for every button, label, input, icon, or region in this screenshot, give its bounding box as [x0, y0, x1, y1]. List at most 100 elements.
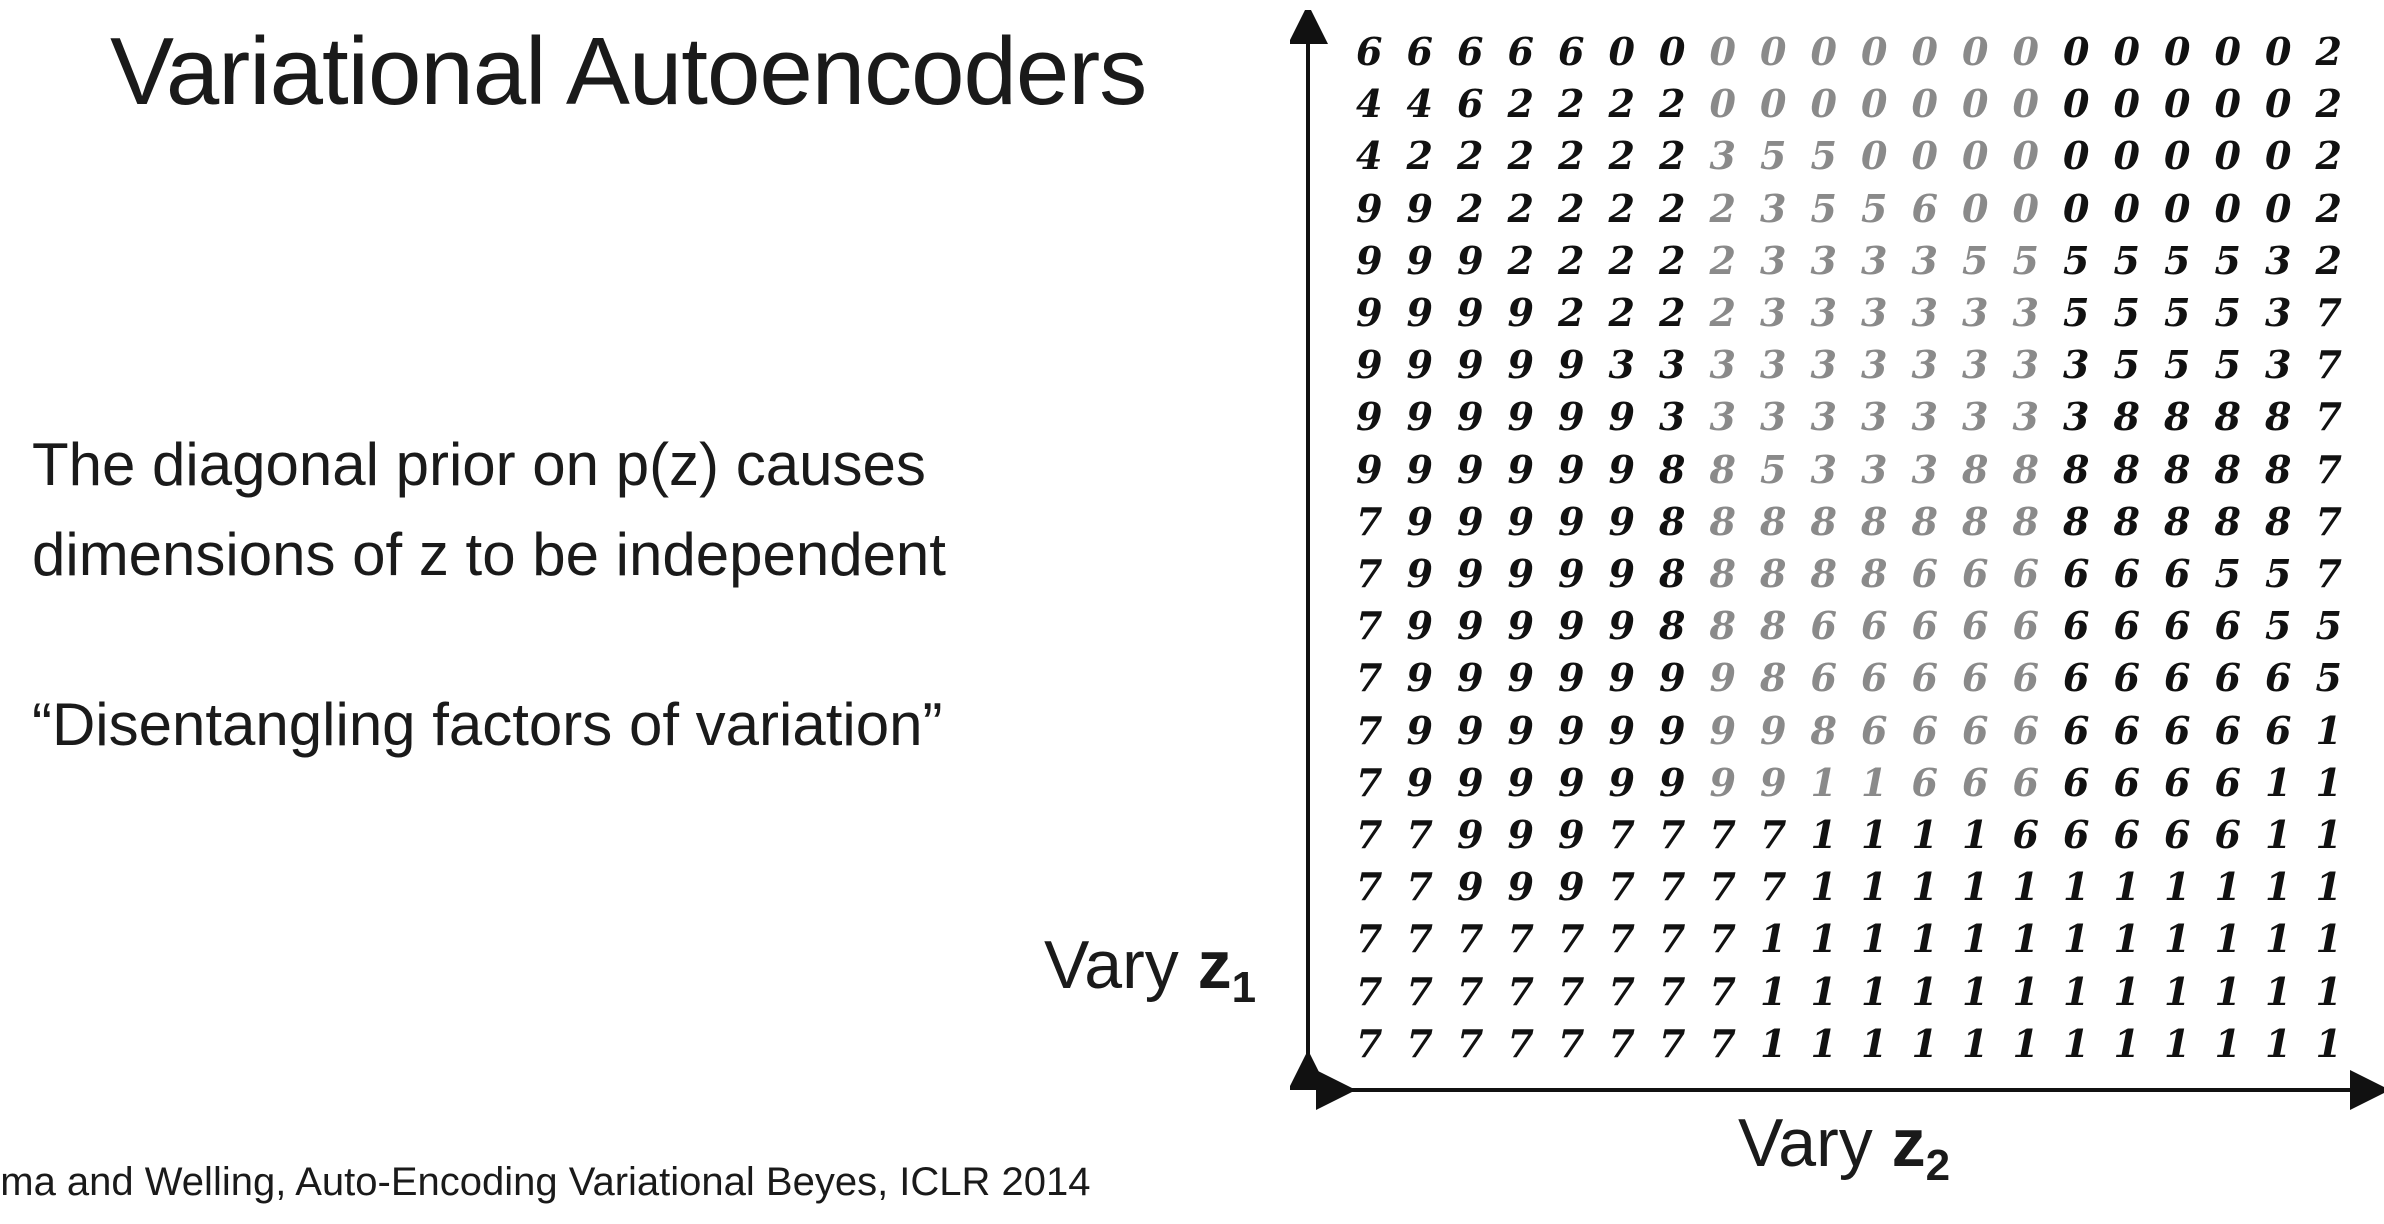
x-axis-label: Vary z2 — [1738, 1104, 1950, 1191]
digit-cell: 8 — [2164, 394, 2191, 440]
digit-cell: 6 — [1962, 655, 1989, 701]
digit-cell: 0 — [1911, 133, 1938, 179]
digit-cell: 8 — [1760, 655, 1787, 701]
digit-cell: 9 — [1507, 812, 1534, 857]
digit-cell: 9 — [1356, 394, 1383, 440]
digit-cell: 2 — [1558, 237, 1585, 283]
digit-cell: 9 — [1507, 759, 1534, 805]
digit-cell: 9 — [1507, 707, 1534, 753]
digit-cell: 7 — [1356, 498, 1383, 544]
digit-cell: 3 — [1861, 237, 1888, 283]
digit-cell: 1 — [2265, 759, 2292, 805]
digit-cell: 5 — [2012, 237, 2039, 283]
digit-cell: 8 — [1760, 551, 1787, 596]
digit-cell: 5 — [2214, 237, 2241, 283]
digit-cell: 6 — [2113, 707, 2140, 753]
digit-cell: 3 — [2063, 342, 2090, 388]
digit-cell: 9 — [1608, 498, 1635, 544]
digit-cell: 5 — [2214, 551, 2241, 596]
digit-cell: 9 — [1356, 446, 1383, 492]
digit-cell: 6 — [1911, 655, 1938, 701]
digit-cell: 5 — [1810, 185, 1837, 231]
y-axis-label-subscript: 1 — [1231, 963, 1257, 1012]
y-axis-label-variable: z — [1197, 927, 1232, 1003]
digit-cell: 6 — [2164, 707, 2191, 753]
digit-cell: 0 — [2164, 81, 2191, 127]
digit-cell: 3 — [1911, 446, 1938, 492]
digit-cell: 1 — [1962, 968, 1989, 1014]
digit-cell: 0 — [1810, 29, 1837, 74]
digit-cell: 9 — [1406, 759, 1433, 805]
digit-cell: 7 — [1608, 812, 1635, 857]
digit-cell: 5 — [1760, 133, 1787, 179]
digit-cell: 7 — [1356, 551, 1383, 596]
digit-cell: 3 — [1659, 342, 1686, 388]
digit-cell: 0 — [1962, 185, 1989, 231]
digit-cell: 0 — [1760, 81, 1787, 127]
digit-cell: 7 — [2315, 290, 2342, 335]
digit-cell: 6 — [2012, 707, 2039, 753]
digit-cell: 1 — [1810, 968, 1837, 1014]
digit-cell: 7 — [1356, 603, 1383, 649]
digit-cell: 8 — [2063, 446, 2090, 492]
digit-cell: 8 — [1810, 551, 1837, 596]
digit-cell: 1 — [1962, 916, 1989, 962]
digit-cell: 9 — [1558, 864, 1585, 910]
digit-cell: 6 — [1558, 29, 1585, 74]
digit-cell: 9 — [1659, 759, 1686, 805]
digit-cell: 5 — [1861, 185, 1888, 231]
digit-cell: 3 — [2012, 394, 2039, 440]
digit-cell: 9 — [1457, 707, 1484, 753]
digit-cell: 6 — [2214, 603, 2241, 649]
digit-cell: 9 — [1659, 655, 1686, 701]
digit-cell: 9 — [1558, 342, 1585, 388]
digit-cell: 1 — [1962, 812, 1989, 857]
digit-cell: 7 — [2315, 498, 2342, 544]
digit-cell: 9 — [1608, 446, 1635, 492]
digit-cell: 0 — [1709, 81, 1736, 127]
digit-cell: 8 — [2214, 498, 2241, 544]
digit-cell: 2 — [1709, 237, 1736, 283]
digit-cell: 1 — [2214, 864, 2241, 910]
digit-cell: 7 — [1406, 864, 1433, 910]
digit-cell: 2 — [1659, 237, 1686, 283]
digit-cell: 9 — [1406, 498, 1433, 544]
digit-cell: 9 — [1356, 290, 1383, 335]
latent-space-digit-figure: 6666600000000000000244622220000000000002… — [1288, 4, 2384, 1114]
digit-cell: 3 — [1760, 342, 1787, 388]
digit-cell: 0 — [1760, 29, 1787, 74]
digit-cell: 9 — [1608, 759, 1635, 805]
digit-cell: 9 — [1457, 603, 1484, 649]
digit-cell: 1 — [2063, 968, 2090, 1014]
digit-cell: 8 — [1659, 446, 1686, 492]
digit-cell: 6 — [2113, 655, 2140, 701]
digit-cell: 0 — [2164, 185, 2191, 231]
digit-cell: 9 — [1356, 237, 1383, 283]
digit-cell: 0 — [1709, 29, 1736, 74]
digit-cell: 8 — [1659, 498, 1686, 544]
digit-cell: 2 — [1507, 237, 1534, 283]
digit-cell: 3 — [1810, 342, 1837, 388]
digit-cell: 9 — [1558, 759, 1585, 805]
digit-cell: 0 — [2012, 133, 2039, 179]
digit-cell: 7 — [1356, 759, 1383, 805]
digit-cell: 1 — [1810, 812, 1837, 857]
digit-cell: 6 — [1911, 707, 1938, 753]
digit-cell: 1 — [2164, 916, 2191, 962]
digit-cell: 9 — [1558, 707, 1585, 753]
digit-cell: 7 — [1709, 864, 1736, 910]
prior-explanation-text: The diagonal prior on p(z) causes dimens… — [32, 420, 946, 600]
digit-cell: 0 — [2214, 29, 2241, 74]
digit-cell: 0 — [2012, 185, 2039, 231]
digit-cell: 1 — [2214, 916, 2241, 962]
digit-cell: 7 — [2315, 551, 2342, 596]
digit-cell: 3 — [2265, 237, 2292, 283]
prior-explanation-line-2: dimensions of z to be independent — [32, 521, 946, 588]
digit-cell: 3 — [1709, 133, 1736, 179]
digit-cell: 9 — [1406, 342, 1433, 388]
digit-cell: 2 — [2315, 237, 2342, 283]
digit-cell: 0 — [2113, 185, 2140, 231]
digit-cell: 2 — [1608, 185, 1635, 231]
digit-cell: 1 — [1810, 864, 1837, 910]
digit-cell: 6 — [1962, 759, 1989, 805]
